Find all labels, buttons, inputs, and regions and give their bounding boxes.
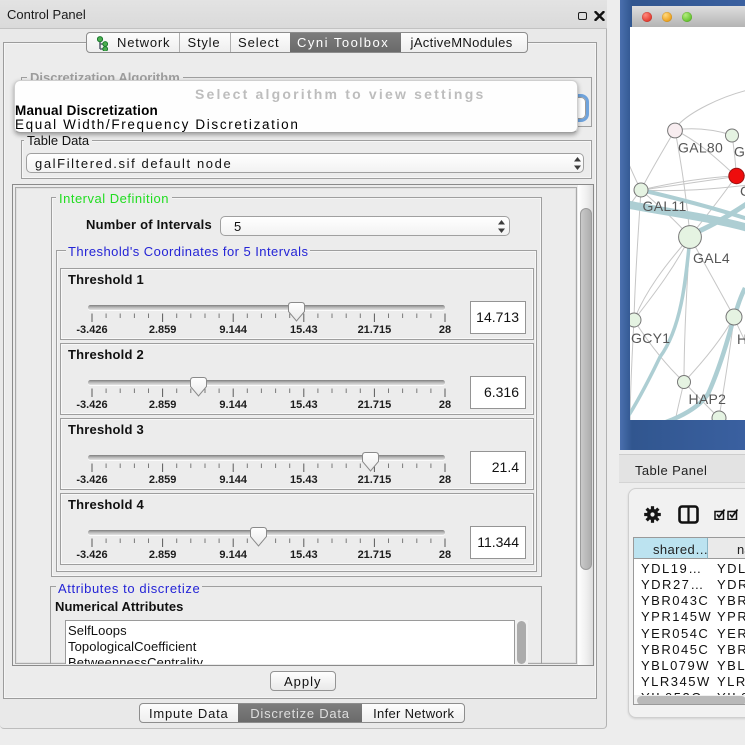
svg-text:GAL80: GAL80 bbox=[678, 140, 723, 156]
svg-text:HAP2: HAP2 bbox=[689, 391, 727, 407]
svg-text:GAL4: GAL4 bbox=[693, 250, 730, 266]
svg-text:C: C bbox=[740, 183, 745, 199]
svg-text:GCY1: GCY1 bbox=[631, 330, 670, 346]
svg-text:GA: GA bbox=[734, 144, 745, 160]
svg-text:H: H bbox=[737, 331, 745, 347]
svg-text:GAL11: GAL11 bbox=[643, 198, 687, 214]
